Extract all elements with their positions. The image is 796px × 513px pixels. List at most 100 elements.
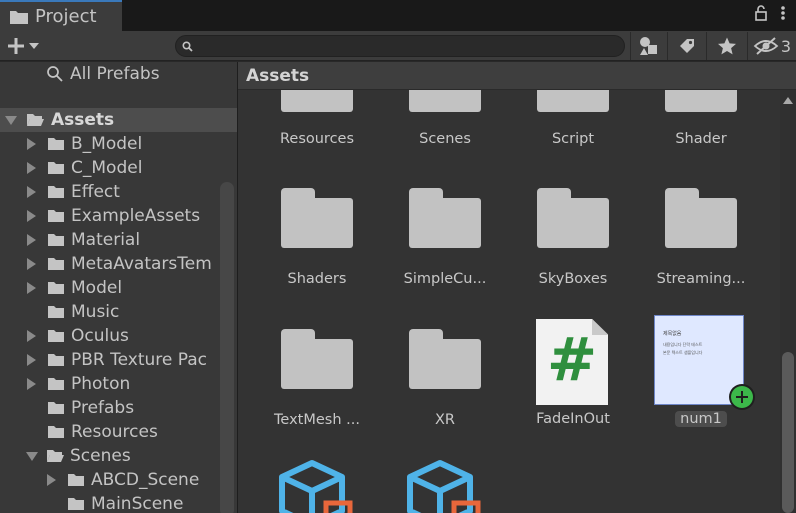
tree-item-exampleassets[interactable]: ExampleAssets [0,204,237,228]
asset-name: SkyBoxes [538,271,608,287]
expand-arrow-icon[interactable] [27,186,36,198]
asset-folder-shaders[interactable]: Shaders [252,186,382,296]
tree-item-oculus[interactable]: Oculus [0,324,237,348]
scroll-up-icon[interactable] [783,97,793,104]
tree-item-mainscene[interactable]: MainScene [0,492,237,513]
add-badge-icon [729,384,755,410]
folder-open-icon [47,450,64,462]
tree-item-c-model[interactable]: C_Model [0,156,237,180]
search-by-type-button[interactable] [630,32,666,60]
tree-item-label: Music [71,302,120,322]
asset-folder-textmesh-[interactable]: TextMesh ... [252,327,382,437]
asset-name: Script [551,131,595,147]
preview-line: 본문 텍스트 샘플입니다 [663,350,703,355]
expand-arrow-icon[interactable] [27,330,36,342]
tree-item-photon[interactable]: Photon [0,372,237,396]
search-by-label-button[interactable] [667,32,705,60]
preview-line: 제목없음 [663,331,682,337]
tree-item-music[interactable]: Music [0,300,237,324]
folder-open-icon [27,114,44,126]
tree-item-assets[interactable]: Assets [0,108,237,132]
eye-slash-icon [753,37,779,55]
folder-icon [68,474,84,486]
tree-item-label: Resources [71,422,158,442]
folder-icon [48,306,64,318]
tree-item-scenes[interactable]: Scenes [0,444,237,468]
tree-item-label: ABCD_Scene [91,470,200,490]
asset-folder-xr[interactable]: XR [380,327,510,437]
expand-arrow-icon[interactable] [27,138,36,150]
search-input[interactable] [198,37,618,55]
more-options-icon[interactable] [780,5,786,21]
tree-item-abcd-scene[interactable]: ABCD_Scene [0,468,237,492]
expand-arrow-icon[interactable] [27,378,36,390]
tree-item-prefabs[interactable]: Prefabs [0,396,237,420]
hidden-packages-toggle[interactable]: 3 [747,32,796,60]
asset-folder-simplecu-[interactable]: SimpleCu... [380,186,510,296]
asset-name: Resources [279,131,355,147]
search-field[interactable] [175,35,625,57]
folder-icon [48,234,64,246]
asset-folder-skyboxes[interactable]: SkyBoxes [508,186,638,296]
prefab-cube-icon [279,460,353,513]
preview-line: 내용입니다 단락 테스트 [663,342,703,347]
asset-prefab-variant[interactable] [380,459,510,513]
folder-icon [281,188,353,248]
tree-item-label: ExampleAssets [71,206,201,226]
folder-icon [48,138,64,150]
tree-item-label: Effect [71,182,120,202]
tab-bar: Project [0,0,796,31]
tree-item-pbr-texture-pac[interactable]: PBR Texture Pac [0,348,237,372]
create-dropdown-button[interactable] [6,34,48,58]
folder-icon [48,330,64,342]
project-toolbar: 3 [0,31,796,61]
tree-item-effect[interactable]: Effect [0,180,237,204]
chevron-down-icon [29,43,39,49]
breadcrumb-assets[interactable]: Assets [246,66,309,86]
tree-scrollbar-thumb[interactable] [220,182,234,513]
tree-item-label: Prefabs [71,398,135,418]
asset-name: XR [434,412,455,428]
asset-script-fadeinout[interactable]: # FadeInOut [508,317,638,437]
all-prefabs-item[interactable]: All Prefabs [0,62,237,86]
asset-name-selected: num1 [636,411,766,427]
folder-icon [48,402,64,414]
tree-item-label: B_Model [71,134,143,154]
asset-grid-panel: Resources Scenes Script Shader Shaders Simple… [238,62,796,513]
tree-item-label: Material [71,230,141,250]
tree-item-metaavatarstem[interactable]: MetaAvatarsTem [0,252,237,276]
folder-icon [665,188,737,248]
grid-scrollbar-thumb[interactable] [782,352,794,513]
tree-item-label: C_Model [71,158,143,178]
folder-icon [48,282,64,294]
tree-item-label: Oculus [71,326,129,346]
tree-item-resources[interactable]: Resources [0,420,237,444]
grid-scrollbar[interactable] [780,90,796,513]
expand-arrow-icon[interactable] [26,451,38,461]
tree-item-b-model[interactable]: B_Model [0,132,237,156]
expand-arrow-icon[interactable] [27,210,36,222]
tree-item-model[interactable]: Model [0,276,237,300]
asset-prefab-num1[interactable]: 제목없음내용입니다 단락 테스트본문 텍스트 샘플입니다 num1 [636,315,766,437]
prefab-cube-icon [407,460,481,513]
folder-icon [48,378,64,390]
folder-icon [48,354,64,366]
lock-icon[interactable] [754,5,768,21]
folder-icon [10,10,28,24]
favorites-button[interactable] [706,32,746,60]
asset-folder-streaming-[interactable]: Streaming... [636,186,766,296]
expand-arrow-icon[interactable] [27,282,36,294]
expand-arrow-icon[interactable] [47,474,56,486]
asset-name: FadeInOut [536,411,610,427]
tree-item-material[interactable]: Material [0,228,237,252]
csharp-script-icon: # [536,319,608,405]
all-prefabs-label: All Prefabs [70,64,160,84]
expand-arrow-icon[interactable] [27,354,36,366]
expand-arrow-icon[interactable] [27,234,36,246]
expand-arrow-icon[interactable] [27,258,36,270]
expand-arrow-icon[interactable] [5,115,17,125]
expand-arrow-icon[interactable] [27,162,36,174]
tab-project[interactable]: Project [0,0,122,31]
folder-icon [48,258,64,270]
asset-prefab-variant[interactable] [252,459,382,513]
